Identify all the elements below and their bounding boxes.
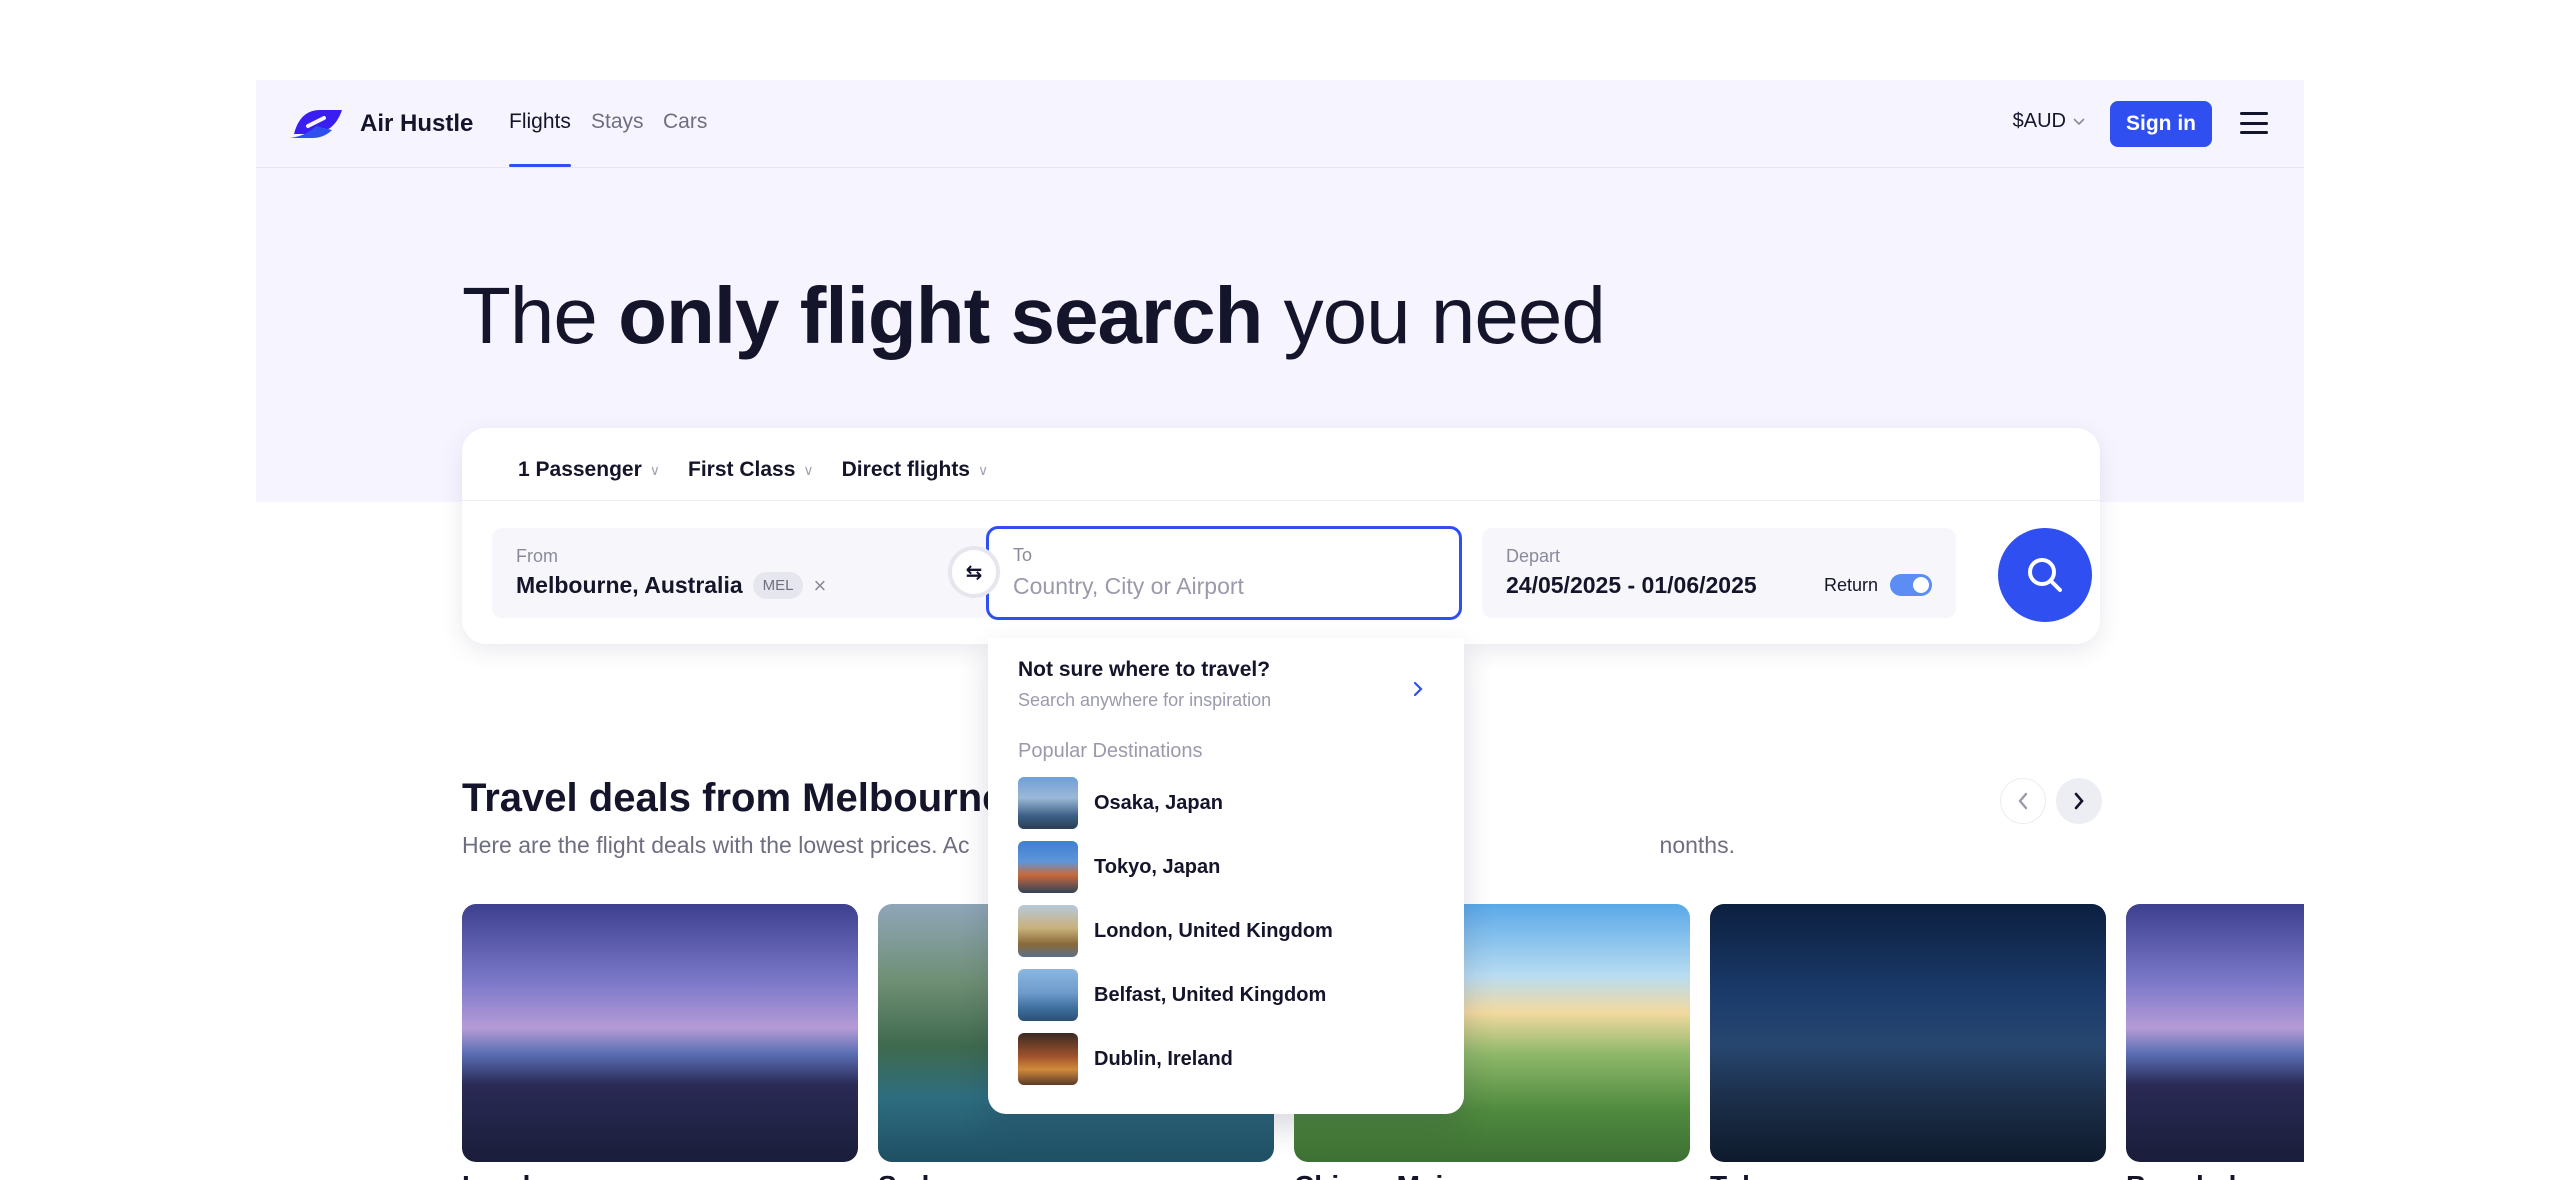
deal-card-image[interactable] bbox=[462, 904, 858, 1162]
destination-option[interactable]: London, United Kingdom bbox=[1018, 904, 1438, 958]
nav-flights[interactable]: Flights bbox=[509, 110, 571, 134]
flight-search-card: 1 Passenger ∨ First Class ∨ Direct flights… bbox=[462, 428, 2100, 644]
dates-value: 24/05/2025 - 01/06/2025 bbox=[1506, 572, 1757, 598]
search-icon bbox=[2028, 558, 2062, 592]
destination-thumbnail bbox=[1018, 1033, 1078, 1085]
deal-card-title[interactable]: Tokyo bbox=[1710, 1170, 1790, 1180]
deals-title: Travel deals from Melbourne bbox=[462, 776, 1005, 820]
deal-card-image[interactable] bbox=[2126, 904, 2304, 1162]
destination-thumbnail bbox=[1018, 905, 1078, 957]
chevron-down-icon: ∨ bbox=[649, 461, 660, 478]
brand-name[interactable]: Air Hustle bbox=[360, 110, 473, 138]
from-value: Melbourne, Australia bbox=[516, 572, 743, 598]
inspire-title: Not sure where to travel? bbox=[1018, 658, 1271, 681]
dates-field[interactable]: Depart 24/05/2025 - 01/06/2025 Return bbox=[1482, 528, 1956, 618]
from-field[interactable]: From Melbourne, Australia MEL × bbox=[492, 528, 992, 618]
return-label: Return bbox=[1823, 574, 1878, 595]
hamburger-menu-icon[interactable] bbox=[2240, 112, 2268, 134]
destination-thumbnail bbox=[1018, 841, 1078, 893]
destination-thumbnail bbox=[1018, 969, 1078, 1021]
destination-dropdown: Not sure where to travel? Search anywher… bbox=[988, 638, 1464, 1114]
chevron-left-icon bbox=[2018, 792, 2028, 810]
destination-thumbnail bbox=[1018, 777, 1078, 829]
to-field[interactable]: To bbox=[986, 526, 1462, 620]
currency-label: $AUD bbox=[2012, 110, 2066, 132]
divider bbox=[462, 500, 2100, 501]
from-label: From bbox=[516, 546, 558, 566]
sign-in-button[interactable]: Sign in bbox=[2110, 101, 2212, 147]
hero-headline: The only flight search you need bbox=[462, 271, 1606, 360]
clear-icon[interactable]: × bbox=[813, 573, 826, 599]
return-toggle[interactable] bbox=[1890, 574, 1932, 596]
navbar: Air Hustle Flights Stays Cars $AUD Sign … bbox=[256, 80, 2304, 168]
deal-card-title[interactable]: London bbox=[462, 1170, 565, 1180]
popular-destinations-heading: Popular Destinations bbox=[1018, 740, 1203, 762]
airport-code-badge: MEL bbox=[752, 572, 804, 599]
deal-card-title[interactable]: Chiang Mai bbox=[1294, 1170, 1443, 1180]
nav-stays[interactable]: Stays bbox=[591, 110, 644, 134]
deal-card-title[interactable]: Bangkok bbox=[2126, 1170, 2244, 1180]
to-label: To bbox=[1013, 545, 1033, 565]
carousel-prev-button[interactable] bbox=[2000, 778, 2046, 824]
carousel-next-button[interactable] bbox=[2056, 778, 2102, 824]
chevron-right-icon bbox=[2074, 792, 2084, 810]
destination-option[interactable]: Belfast, United Kingdom bbox=[1018, 968, 1438, 1022]
destination-option[interactable]: Osaka, Japan bbox=[1018, 776, 1438, 830]
search-button[interactable] bbox=[1998, 528, 2092, 622]
swap-icon[interactable]: ⇆ bbox=[948, 546, 1000, 598]
destination-option[interactable]: Dublin, Ireland bbox=[1018, 1032, 1438, 1086]
stops-selector[interactable]: Direct flights ∨ bbox=[842, 458, 989, 482]
chevron-down-icon bbox=[2073, 117, 2085, 125]
currency-selector[interactable]: $AUD bbox=[2013, 110, 2086, 133]
chevron-down-icon: ∨ bbox=[978, 461, 989, 478]
deal-card-image[interactable] bbox=[1710, 904, 2106, 1162]
depart-label: Depart bbox=[1506, 546, 1561, 566]
passengers-selector[interactable]: 1 Passenger ∨ bbox=[518, 458, 660, 482]
destination-option[interactable]: Tokyo, Japan bbox=[1018, 840, 1438, 894]
nav-cars[interactable]: Cars bbox=[663, 110, 707, 134]
active-nav-indicator bbox=[509, 164, 571, 167]
search-anywhere-option[interactable]: Not sure where to travel? Search anywher… bbox=[1018, 658, 1438, 726]
air-hustle-logo[interactable] bbox=[286, 104, 346, 142]
to-input[interactable] bbox=[1013, 573, 1433, 600]
deal-card-title[interactable]: Sydney bbox=[878, 1170, 978, 1180]
chevron-down-icon: ∨ bbox=[803, 461, 814, 478]
cabin-class-selector[interactable]: First Class ∨ bbox=[688, 458, 814, 482]
inspire-subtitle: Search anywhere for inspiration bbox=[1018, 690, 1272, 710]
chevron-right-icon bbox=[1413, 681, 1423, 697]
